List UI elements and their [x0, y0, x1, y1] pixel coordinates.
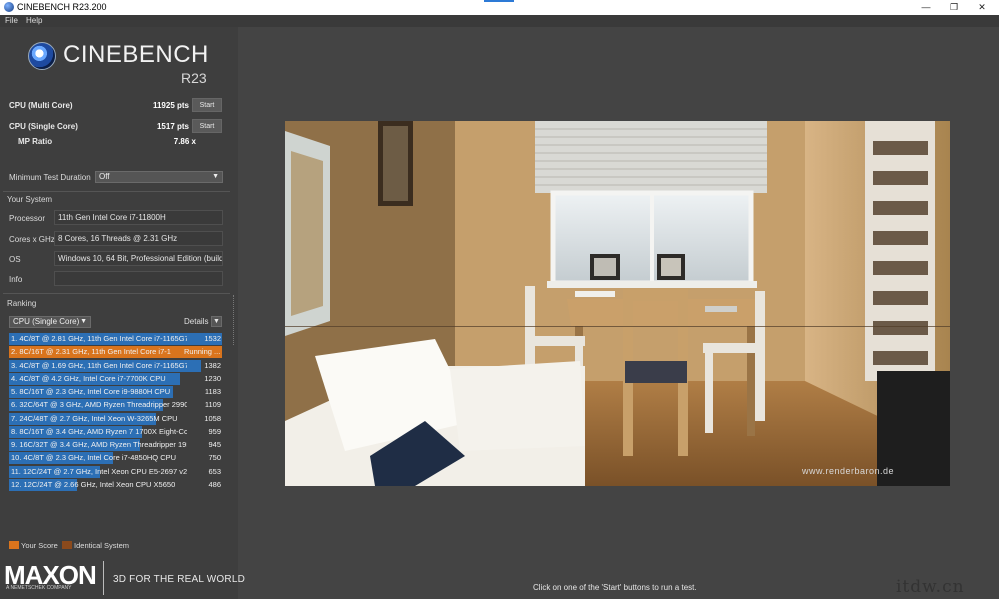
ranking-row-label: 3. 4C/8T @ 1.69 GHz, 11th Gen Intel Core…: [11, 360, 187, 370]
ranking-row-label: 1. 4C/8T @ 2.81 GHz, 11th Gen Intel Core…: [11, 334, 187, 343]
chevron-down-icon: ▼: [212, 173, 219, 180]
ranking-row[interactable]: 11. 12C/24T @ 2.7 GHz, Intel Xeon CPU E5…: [9, 465, 224, 478]
mp-ratio-value: 7.86 x: [173, 137, 196, 146]
ranking-row[interactable]: 1. 4C/8T @ 2.81 GHz, 11th Gen Intel Core…: [9, 333, 224, 345]
cinebench-sphere-icon: [28, 42, 56, 70]
title-accent: [484, 0, 514, 2]
details-dropdown-button[interactable]: ▼: [211, 316, 222, 327]
multi-core-score: 11925 pts: [152, 101, 189, 110]
menu-file[interactable]: File: [5, 16, 18, 25]
render-viewport: www.renderbaron.de: [285, 121, 950, 486]
your-system-heading: Your System: [7, 195, 53, 204]
multi-core-start-button[interactable]: Start: [192, 98, 222, 112]
info-field[interactable]: [54, 271, 223, 286]
ranking-row-score: 945: [208, 440, 221, 449]
ranking-row-label: 8. 8C/16T @ 3.4 GHz, AMD Ryzen 7 1700X E…: [11, 426, 187, 436]
tagline: 3D FOR THE REAL WORLD: [113, 574, 245, 585]
ranking-row-label: 5. 8C/16T @ 2.3 GHz, Intel Core i9-9880H…: [11, 387, 171, 396]
mp-ratio-label: MP Ratio: [18, 137, 53, 146]
legend-your-score: Your Score: [21, 541, 58, 550]
os-label: OS: [9, 255, 21, 264]
single-core-label: CPU (Single Core): [9, 122, 78, 131]
ranking-row-score: 1230: [204, 373, 221, 383]
single-core-score: 1517 pts: [156, 122, 189, 131]
chevron-down-icon: ▼: [80, 318, 87, 325]
ranking-select[interactable]: CPU (Single Core) ▼: [9, 316, 91, 328]
cinebench-logo: CINEBENCH R23: [3, 32, 230, 90]
title-bar: CINEBENCH R23.200 — ❐ ✕: [0, 0, 999, 15]
min-test-duration-value: Off: [99, 172, 110, 181]
multi-core-label: CPU (Multi Core): [9, 101, 73, 110]
menu-help[interactable]: Help: [26, 16, 42, 25]
ranking-row[interactable]: 5. 8C/16T @ 2.3 GHz, Intel Core i9-9880H…: [9, 386, 224, 398]
ranking-row-label: 4. 4C/8T @ 4.2 GHz, Intel Core i7-7700K …: [11, 373, 166, 383]
ranking-row-score: 1109: [204, 400, 221, 410]
render-scene-image: [285, 121, 950, 486]
cores-ghz-field: 8 Cores, 16 Threads @ 2.31 GHz: [54, 231, 223, 246]
chevron-down-icon: ▼: [213, 318, 220, 325]
ranking-row-score: 1058: [204, 413, 221, 423]
ranking-row[interactable]: 7. 24C/48T @ 2.7 GHz, Intel Xeon W-3265M…: [9, 412, 224, 425]
logo-version: R23: [181, 70, 207, 86]
ranking-row-label: 9. 16C/32T @ 3.4 GHz, AMD Ryzen Threadri…: [11, 440, 187, 449]
identical-system-swatch: [62, 541, 73, 549]
ranking-row-label: 10. 4C/8T @ 2.3 GHz, Intel Core i7-4850H…: [11, 453, 177, 463]
ranking-select-value: CPU (Single Core): [13, 317, 80, 326]
cores-ghz-label: Cores x GHz: [9, 235, 55, 244]
os-field: Windows 10, 64 Bit, Professional Edition…: [54, 251, 223, 266]
divider: [3, 293, 230, 294]
ranking-row-score: 1382: [204, 360, 221, 370]
ranking-row[interactable]: 2. 8C/16T @ 2.31 GHz, 11th Gen Intel Cor…: [9, 346, 224, 359]
details-label: Details: [184, 317, 209, 326]
info-label: Info: [9, 275, 23, 284]
left-panel: CINEBENCH R23 CPU (Multi Core) 11925 pts…: [0, 27, 238, 599]
ranking-row[interactable]: 9. 16C/32T @ 3.4 GHz, AMD Ryzen Threadri…: [9, 439, 224, 451]
processor-label: Processor: [9, 214, 46, 223]
ranking-row[interactable]: 6. 32C/64T @ 3 GHz, AMD Ryzen Threadripp…: [9, 399, 224, 412]
render-credit: www.renderbaron.de: [802, 466, 895, 476]
ranking-row-label: 11. 12C/24T @ 2.7 GHz, Intel Xeon CPU E5…: [11, 466, 187, 476]
ranking-list: 1. 4C/8T @ 2.81 GHz, 11th Gen Intel Core…: [9, 333, 224, 492]
single-core-start-button[interactable]: Start: [192, 119, 222, 133]
divider: [3, 191, 230, 192]
minimize-button[interactable]: —: [912, 0, 940, 15]
legend-identical-system: Identical System: [74, 541, 130, 550]
ranking-row-score: 653: [208, 466, 221, 476]
ranking-row[interactable]: 10. 4C/8T @ 2.3 GHz, Intel Core i7-4850H…: [9, 452, 224, 465]
ranking-row[interactable]: 8. 8C/16T @ 3.4 GHz, AMD Ryzen 7 1700X E…: [9, 425, 224, 438]
ranking-row-score: 1532: [204, 334, 221, 343]
min-test-duration-label: Minimum Test Duration: [9, 173, 91, 182]
your-score-swatch: [9, 541, 19, 549]
ranking-row-label: 7. 24C/48T @ 2.7 GHz, Intel Xeon W-3265M…: [11, 413, 178, 423]
ranking-legend: Your Score Identical System: [9, 541, 129, 550]
ranking-row-score: 750: [208, 453, 221, 463]
ranking-row[interactable]: 12. 12C/24T @ 2.66 GHz, Intel Xeon CPU X…: [9, 478, 224, 491]
ranking-heading: Ranking: [7, 299, 37, 308]
ranking-row-score: 1183: [204, 387, 221, 396]
panel-resize-grip[interactable]: [233, 295, 235, 345]
ranking-row[interactable]: 3. 4C/8T @ 1.69 GHz, 11th Gen Intel Core…: [9, 359, 224, 372]
min-test-duration-select[interactable]: Off ▼: [95, 171, 223, 183]
watermark: itdw.cn: [896, 577, 965, 597]
logo-wordmark: CINEBENCH: [63, 41, 209, 68]
ranking-row-label: 12. 12C/24T @ 2.66 GHz, Intel Xeon CPU X…: [11, 479, 176, 489]
render-progress-line: [285, 326, 950, 327]
window-title: CINEBENCH R23.200: [17, 2, 107, 12]
ranking-row-label: 6. 32C/64T @ 3 GHz, AMD Ryzen Threadripp…: [11, 400, 187, 410]
maxon-subtitle: A NEMETSCHEK COMPANY: [6, 585, 72, 591]
ranking-row-score: 486: [208, 479, 221, 489]
maximize-button[interactable]: ❐: [940, 0, 968, 15]
footer-divider: [103, 561, 104, 595]
ranking-row-label: 2. 8C/16T @ 2.31 GHz, 11th Gen Intel Cor…: [11, 347, 171, 357]
close-button[interactable]: ✕: [968, 0, 996, 15]
ranking-row[interactable]: 4. 4C/8T @ 4.2 GHz, Intel Core i7-7700K …: [9, 372, 224, 385]
status-message: Click on one of the 'Start' buttons to r…: [533, 583, 697, 592]
ranking-row-score: Running ...: [184, 347, 221, 357]
cinebench-app-icon: [4, 2, 14, 12]
processor-field: 11th Gen Intel Core i7-11800H: [54, 210, 223, 225]
menu-bar: File Help: [0, 15, 999, 27]
ranking-row-score: 959: [208, 426, 221, 436]
